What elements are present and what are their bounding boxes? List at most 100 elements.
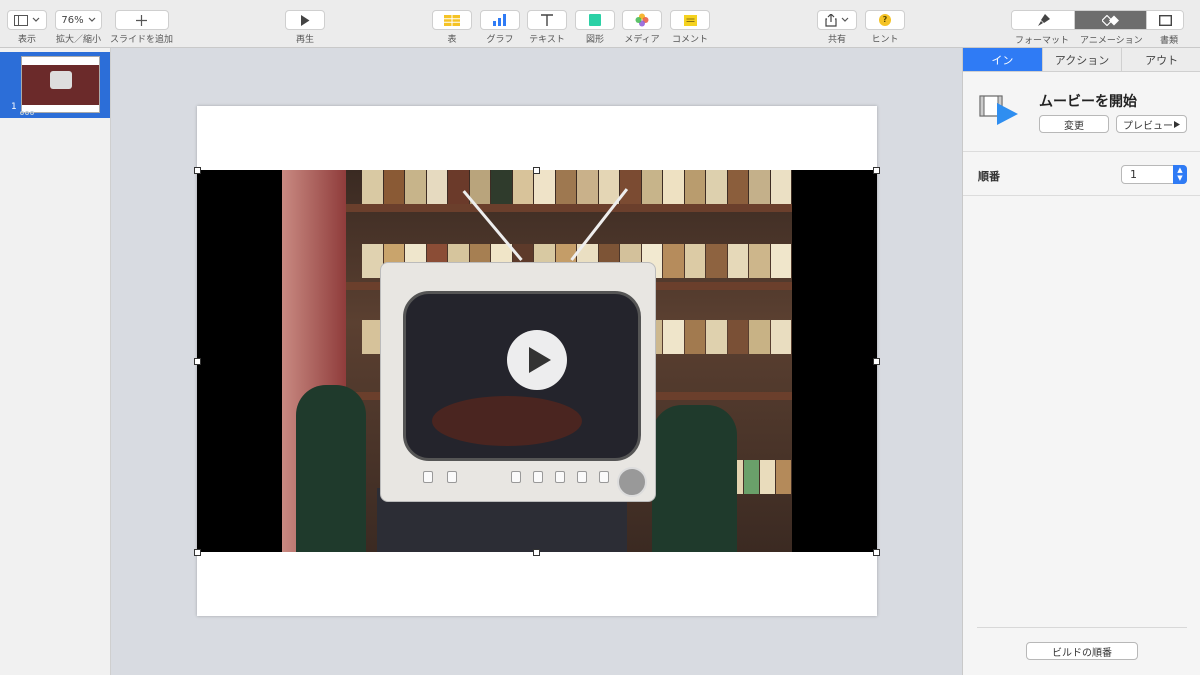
- share-control[interactable]: 共有: [817, 10, 857, 45]
- play-control[interactable]: 再生: [285, 10, 325, 45]
- armchair-left: [296, 385, 366, 552]
- add-slide-control[interactable]: スライドを追加: [110, 10, 173, 45]
- add-slide-button[interactable]: [114, 10, 169, 30]
- shelf: [346, 204, 792, 212]
- media-control[interactable]: メディア: [622, 10, 662, 45]
- plus-icon: [136, 14, 147, 26]
- tab-build-out[interactable]: アウト: [1122, 48, 1200, 71]
- view-button[interactable]: [7, 10, 47, 30]
- share-button[interactable]: [817, 10, 857, 30]
- text-label: テキスト: [529, 35, 565, 45]
- inspector-toggle: [1011, 10, 1184, 30]
- photos-icon: [635, 13, 649, 27]
- thumbnail-tv: [50, 71, 72, 89]
- tv-buttons: [421, 469, 621, 489]
- zoom-control[interactable]: 76% 拡大／縮小: [55, 10, 102, 45]
- chevron-down-icon: [88, 17, 96, 22]
- zoom-value: 76%: [61, 14, 84, 26]
- shape-label: 図形: [585, 35, 604, 45]
- video-play-button[interactable]: [507, 330, 567, 390]
- toolbar: 表示 76% 拡大／縮小 スライドを追加 再生 表 グラフ テキスト 図形 メデ…: [0, 0, 1200, 48]
- animation-section: ムービーを開始 変更 プレビュー: [963, 72, 1200, 152]
- preview-button[interactable]: プレビュー: [1116, 115, 1187, 133]
- resize-handle[interactable]: [533, 549, 540, 556]
- resize-handle[interactable]: [194, 549, 201, 556]
- comment-button[interactable]: [670, 10, 710, 30]
- preview-label: プレビュー: [1123, 120, 1173, 132]
- play-icon: [301, 14, 310, 26]
- comment-control[interactable]: コメント: [670, 10, 710, 45]
- diamond-icon: [1101, 14, 1119, 26]
- view-label: 表示: [17, 35, 36, 45]
- play-icon: [1174, 120, 1180, 128]
- chevron-down-icon: [841, 17, 849, 22]
- resize-handle[interactable]: [873, 358, 880, 365]
- tips-button[interactable]: ?: [865, 10, 905, 30]
- chevron-down-icon: [32, 17, 40, 22]
- resize-handle[interactable]: [194, 358, 201, 365]
- tab-build-in[interactable]: イン: [963, 48, 1043, 71]
- resize-handle[interactable]: [873, 167, 880, 174]
- media-button[interactable]: [622, 10, 662, 30]
- tv-screen-table: [432, 396, 582, 446]
- table-button[interactable]: [432, 10, 472, 30]
- slide-navigator: 1: [0, 48, 111, 675]
- thumbnail-video-preview: [22, 65, 99, 105]
- chart-label: グラフ: [486, 35, 514, 45]
- paintbrush-icon: [1037, 13, 1050, 26]
- zoom-button[interactable]: 76%: [55, 10, 102, 30]
- order-select[interactable]: 1 ▲ ▼: [1121, 165, 1187, 184]
- tab-action[interactable]: アクション: [1043, 48, 1123, 71]
- tips-label: ヒント: [871, 35, 899, 45]
- animation-title: ムービーを開始: [1039, 94, 1137, 110]
- resize-handle[interactable]: [533, 167, 540, 174]
- play-icon: [528, 347, 551, 373]
- tips-control[interactable]: ? ヒント: [865, 10, 905, 45]
- change-button[interactable]: 変更: [1039, 115, 1109, 133]
- order-label: 順番: [978, 170, 1000, 183]
- zoom-label: 拡大／縮小: [55, 35, 101, 45]
- shape-control[interactable]: 図形: [575, 10, 615, 45]
- animate-inspector: イン アクション アウト ムービーを開始 変更 プレビュー 順番 1 ▲ ▼ ビル…: [962, 48, 1200, 675]
- table-label: 表: [447, 35, 457, 45]
- format-button[interactable]: [1012, 11, 1076, 29]
- table-icon: [444, 14, 460, 26]
- chart-control[interactable]: グラフ: [480, 10, 520, 45]
- build-tabs: イン アクション アウト: [963, 48, 1200, 72]
- sidebar-icon: [14, 14, 28, 26]
- document-button[interactable]: [1147, 11, 1183, 29]
- slide-thumbnail-row[interactable]: 1: [0, 52, 110, 118]
- text-button[interactable]: [527, 10, 567, 30]
- tv-dial: [617, 467, 647, 497]
- movie-start-icon: [979, 95, 1018, 125]
- resize-handle[interactable]: [194, 167, 201, 174]
- slide-number: 1: [11, 102, 17, 112]
- table-control[interactable]: 表: [432, 10, 472, 45]
- slide-canvas: [111, 48, 962, 675]
- tips-icon: ?: [879, 14, 891, 26]
- divider: [977, 627, 1187, 628]
- comment-label: コメント: [671, 35, 708, 45]
- share-icon: [825, 13, 837, 27]
- movie-object[interactable]: [197, 170, 877, 552]
- view-control[interactable]: 表示: [7, 10, 47, 45]
- bar-chart-icon: [493, 14, 506, 26]
- build-indicator-icon: [20, 105, 42, 115]
- armchair-right: [652, 405, 737, 552]
- play-button[interactable]: [285, 10, 325, 30]
- stepper-arrows-icon: ▲ ▼: [1173, 165, 1187, 184]
- build-order-button[interactable]: ビルドの順番: [1026, 642, 1138, 660]
- shape-button[interactable]: [575, 10, 615, 30]
- order-value: 1: [1130, 168, 1137, 181]
- add-slide-label: スライドを追加: [110, 35, 174, 45]
- format-label: フォーマット: [1015, 36, 1070, 46]
- resize-handle[interactable]: [873, 549, 880, 556]
- document-icon: [1158, 14, 1172, 26]
- chart-button[interactable]: [480, 10, 520, 30]
- text-control[interactable]: テキスト: [527, 10, 567, 45]
- animate-button[interactable]: [1075, 11, 1148, 29]
- animate-label: アニメーション: [1080, 36, 1143, 46]
- slide[interactable]: [194, 106, 880, 616]
- shape-icon: [589, 14, 601, 26]
- play-label: 再生: [295, 35, 314, 45]
